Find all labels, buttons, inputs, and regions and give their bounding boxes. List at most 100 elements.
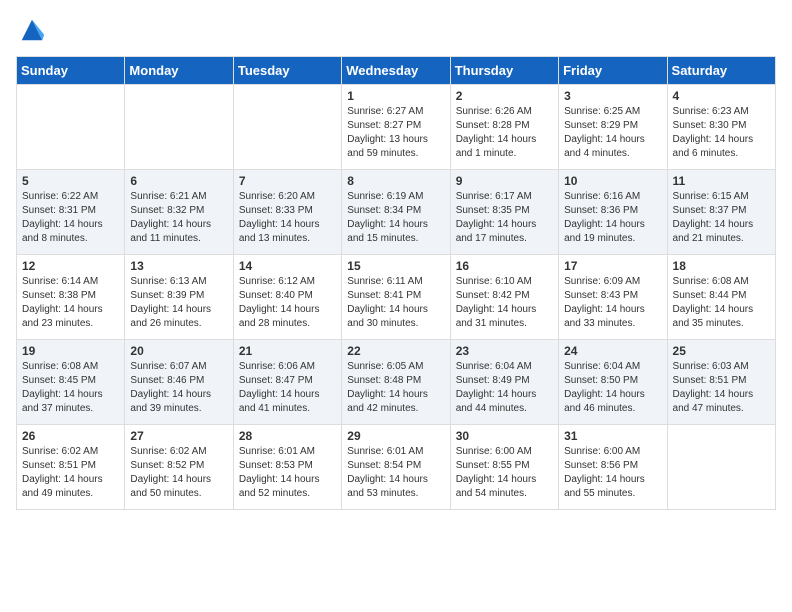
calendar-cell: 15Sunrise: 6:11 AMSunset: 8:41 PMDayligh…: [342, 255, 450, 340]
day-of-week-saturday: Saturday: [667, 57, 775, 85]
logo: [16, 16, 46, 44]
day-number: 19: [22, 344, 119, 358]
calendar-cell: 11 Sunrise: 6:15 AMSunset: 8:37 PMDayligh…: [667, 170, 775, 255]
day-number: 5: [22, 174, 119, 188]
day-info: Sunrise: 6:01 AMSunset: 8:54 PMDaylight:…: [347, 445, 444, 501]
calendar-table: SundayMondayTuesdayWednesdayThursdayFrid…: [16, 56, 776, 510]
day-number: 10: [564, 174, 661, 188]
calendar-cell: [125, 85, 233, 170]
day-number: 14: [239, 259, 336, 273]
calendar-cell: 7 Sunrise: 6:20 AMSunset: 8:33 PMDaylight…: [233, 170, 341, 255]
calendar-cell: [233, 85, 341, 170]
day-number: 24: [564, 344, 661, 358]
day-of-week-wednesday: Wednesday: [342, 57, 450, 85]
day-number: 8: [347, 174, 444, 188]
day-number: 26: [22, 429, 119, 443]
day-number: 12: [22, 259, 119, 273]
day-number: 30: [456, 429, 553, 443]
calendar-cell: [667, 425, 775, 510]
calendar-cell: 17 Sunrise: 6:09 AMSunset: 8:43 PMDayligh…: [559, 255, 667, 340]
calendar-cell: 12 Sunrise: 6:14 AMSunset: 8:38 PMDayligh…: [17, 255, 125, 340]
day-info: Sunrise: 6:14 AMSunset: 8:38 PMDaylight:…: [22, 275, 119, 331]
day-number: 6: [130, 174, 227, 188]
logo-icon: [18, 16, 46, 44]
calendar-week-row: 12 Sunrise: 6:14 AMSunset: 8:38 PMDayligh…: [17, 255, 776, 340]
calendar-week-row: 1Sunrise: 6:27 AMSunset: 8:27 PMDaylight…: [17, 85, 776, 170]
calendar-cell: 26 Sunrise: 6:02 AMSunset: 8:51 PMDayligh…: [17, 425, 125, 510]
day-info: Sunrise: 6:00 AMSunset: 8:55 PMDaylight:…: [456, 445, 553, 501]
day-number: 17: [564, 259, 661, 273]
day-info: Sunrise: 6:01 AMSunset: 8:53 PMDaylight:…: [239, 445, 336, 501]
calendar-cell: 3Sunrise: 6:25 AMSunset: 8:29 PMDaylight…: [559, 85, 667, 170]
calendar-cell: 2Sunrise: 6:26 AMSunset: 8:28 PMDaylight…: [450, 85, 558, 170]
day-info: Sunrise: 6:11 AMSunset: 8:41 PMDaylight:…: [347, 275, 444, 331]
day-number: 21: [239, 344, 336, 358]
calendar-cell: 4Sunrise: 6:23 AMSunset: 8:30 PMDaylight…: [667, 85, 775, 170]
day-info: Sunrise: 6:13 AMSunset: 8:39 PMDaylight:…: [130, 275, 227, 331]
day-of-week-tuesday: Tuesday: [233, 57, 341, 85]
calendar-cell: 27 Sunrise: 6:02 AMSunset: 8:52 PMDayligh…: [125, 425, 233, 510]
day-info: Sunrise: 6:07 AMSunset: 8:46 PMDaylight:…: [130, 360, 227, 416]
day-of-week-sunday: Sunday: [17, 57, 125, 85]
day-number: 31: [564, 429, 661, 443]
calendar-cell: 20 Sunrise: 6:07 AMSunset: 8:46 PMDayligh…: [125, 340, 233, 425]
day-of-week-thursday: Thursday: [450, 57, 558, 85]
day-info: Sunrise: 6:04 AMSunset: 8:50 PMDaylight:…: [564, 360, 661, 416]
day-number: 13: [130, 259, 227, 273]
calendar-cell: 22Sunrise: 6:05 AMSunset: 8:48 PMDayligh…: [342, 340, 450, 425]
day-number: 1: [347, 89, 444, 103]
calendar-cell: 5 Sunrise: 6:22 AMSunset: 8:31 PMDaylight…: [17, 170, 125, 255]
day-number: 27: [130, 429, 227, 443]
day-number: 11: [673, 174, 770, 188]
calendar-cell: 31 Sunrise: 6:00 AMSunset: 8:56 PMDayligh…: [559, 425, 667, 510]
day-number: 9: [456, 174, 553, 188]
day-info: Sunrise: 6:04 AMSunset: 8:49 PMDaylight:…: [456, 360, 553, 416]
day-info: Sunrise: 6:00 AMSunset: 8:56 PMDaylight:…: [564, 445, 661, 501]
day-info: Sunrise: 6:02 AMSunset: 8:51 PMDaylight:…: [22, 445, 119, 501]
day-info: Sunrise: 6:23 AMSunset: 8:30 PMDaylight:…: [673, 105, 770, 161]
day-info: Sunrise: 6:22 AMSunset: 8:31 PMDaylight:…: [22, 190, 119, 246]
day-number: 28: [239, 429, 336, 443]
calendar-cell: 18 Sunrise: 6:08 AMSunset: 8:44 PMDayligh…: [667, 255, 775, 340]
calendar-cell: 9 Sunrise: 6:17 AMSunset: 8:35 PMDaylight…: [450, 170, 558, 255]
calendar-cell: [17, 85, 125, 170]
day-info: Sunrise: 6:09 AMSunset: 8:43 PMDaylight:…: [564, 275, 661, 331]
calendar-cell: 21 Sunrise: 6:06 AMSunset: 8:47 PMDayligh…: [233, 340, 341, 425]
day-info: Sunrise: 6:25 AMSunset: 8:29 PMDaylight:…: [564, 105, 661, 161]
day-info: Sunrise: 6:02 AMSunset: 8:52 PMDaylight:…: [130, 445, 227, 501]
calendar-week-row: 19 Sunrise: 6:08 AMSunset: 8:45 PMDayligh…: [17, 340, 776, 425]
day-info: Sunrise: 6:20 AMSunset: 8:33 PMDaylight:…: [239, 190, 336, 246]
day-number: 22: [347, 344, 444, 358]
calendar-week-row: 5 Sunrise: 6:22 AMSunset: 8:31 PMDaylight…: [17, 170, 776, 255]
day-info: Sunrise: 6:19 AMSunset: 8:34 PMDaylight:…: [347, 190, 444, 246]
calendar-week-row: 26 Sunrise: 6:02 AMSunset: 8:51 PMDayligh…: [17, 425, 776, 510]
day-number: 16: [456, 259, 553, 273]
calendar-cell: 16Sunrise: 6:10 AMSunset: 8:42 PMDayligh…: [450, 255, 558, 340]
calendar-cell: 23 Sunrise: 6:04 AMSunset: 8:49 PMDayligh…: [450, 340, 558, 425]
calendar-cell: 30 Sunrise: 6:00 AMSunset: 8:55 PMDayligh…: [450, 425, 558, 510]
day-number: 7: [239, 174, 336, 188]
calendar-cell: 24 Sunrise: 6:04 AMSunset: 8:50 PMDayligh…: [559, 340, 667, 425]
day-info: Sunrise: 6:15 AMSunset: 8:37 PMDaylight:…: [673, 190, 770, 246]
day-number: 18: [673, 259, 770, 273]
day-info: Sunrise: 6:08 AMSunset: 8:45 PMDaylight:…: [22, 360, 119, 416]
page-header: [16, 16, 776, 44]
day-info: Sunrise: 6:08 AMSunset: 8:44 PMDaylight:…: [673, 275, 770, 331]
day-info: Sunrise: 6:03 AMSunset: 8:51 PMDaylight:…: [673, 360, 770, 416]
calendar-cell: 1Sunrise: 6:27 AMSunset: 8:27 PMDaylight…: [342, 85, 450, 170]
calendar-cell: 8 Sunrise: 6:19 AMSunset: 8:34 PMDaylight…: [342, 170, 450, 255]
day-info: Sunrise: 6:26 AMSunset: 8:28 PMDaylight:…: [456, 105, 553, 161]
day-info: Sunrise: 6:12 AMSunset: 8:40 PMDaylight:…: [239, 275, 336, 331]
day-of-week-friday: Friday: [559, 57, 667, 85]
calendar-cell: 13 Sunrise: 6:13 AMSunset: 8:39 PMDayligh…: [125, 255, 233, 340]
calendar-cell: 29 Sunrise: 6:01 AMSunset: 8:54 PMDayligh…: [342, 425, 450, 510]
calendar-cell: 19 Sunrise: 6:08 AMSunset: 8:45 PMDayligh…: [17, 340, 125, 425]
day-number: 23: [456, 344, 553, 358]
day-number: 29: [347, 429, 444, 443]
day-info: Sunrise: 6:17 AMSunset: 8:35 PMDaylight:…: [456, 190, 553, 246]
calendar-cell: 6Sunrise: 6:21 AMSunset: 8:32 PMDaylight…: [125, 170, 233, 255]
calendar-cell: 28 Sunrise: 6:01 AMSunset: 8:53 PMDayligh…: [233, 425, 341, 510]
calendar-header-row: SundayMondayTuesdayWednesdayThursdayFrid…: [17, 57, 776, 85]
day-info: Sunrise: 6:06 AMSunset: 8:47 PMDaylight:…: [239, 360, 336, 416]
day-number: 20: [130, 344, 227, 358]
